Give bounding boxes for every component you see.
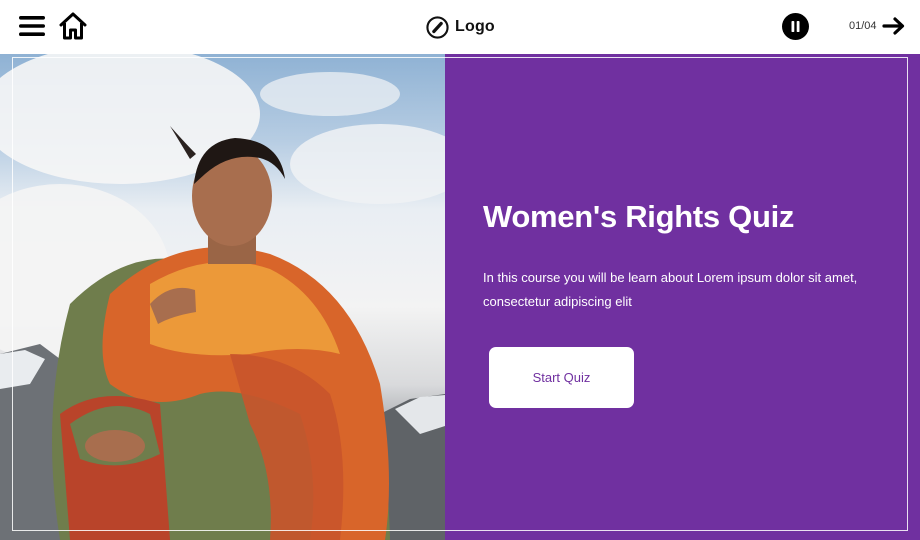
quiz-description: In this course you will be learn about L… xyxy=(483,270,858,309)
home-icon[interactable] xyxy=(58,11,88,41)
page-counter: 01/04 xyxy=(849,20,877,32)
logo-text: Logo xyxy=(455,18,495,35)
top-bar: Logo 01/04 xyxy=(0,0,920,54)
pause-icon[interactable] xyxy=(782,13,809,40)
logo[interactable]: Logo xyxy=(426,15,495,39)
arrow-right-icon[interactable] xyxy=(882,16,906,36)
hero-image xyxy=(0,54,445,540)
circle-slash-icon xyxy=(426,15,449,39)
quiz-title: Women's Rights Quiz xyxy=(483,199,795,234)
start-quiz-button[interactable]: Start Quiz xyxy=(489,347,634,408)
intro-panel: Women's Rights Quiz In this course you w… xyxy=(445,54,920,540)
hero-section: Women's Rights Quiz In this course you w… xyxy=(0,54,920,540)
hamburger-menu-icon[interactable] xyxy=(19,14,45,38)
